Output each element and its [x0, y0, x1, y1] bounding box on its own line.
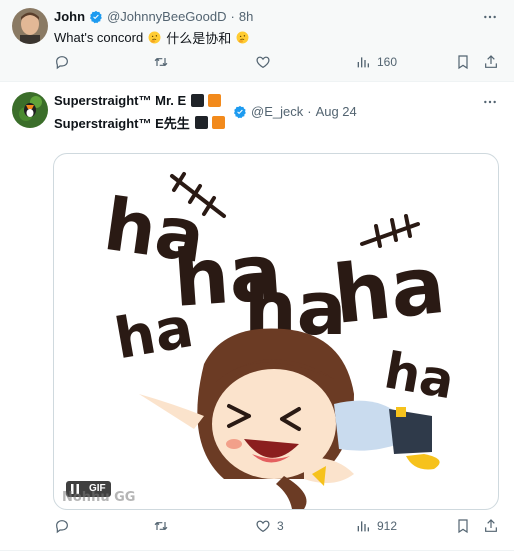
orange-square-icon [208, 94, 222, 107]
views-count: 160 [377, 55, 398, 69]
verified-badge-icon [233, 105, 246, 118]
laughing-girl-gif: ha ha ha ha ha ha [99, 172, 458, 509]
author-handle[interactable]: @E_jeck [251, 104, 303, 119]
bookmark-button[interactable] [455, 54, 471, 70]
reply-button[interactable] [54, 518, 70, 534]
heart-icon [256, 56, 270, 69]
laugh-text: ha [380, 341, 458, 410]
share-button[interactable] [483, 54, 499, 70]
post-john[interactable]: John @JohnnyBeeGoodD · 8h What's concord… [0, 0, 514, 82]
watermark: Nohhu GG [62, 490, 136, 505]
black-square-icon [191, 94, 205, 107]
views-bar-chart-icon [357, 521, 369, 532]
reply-button[interactable] [54, 54, 70, 70]
author-name-line1[interactable]: Superstraight™ Mr. E [54, 93, 186, 108]
post-time[interactable]: 8h [239, 9, 253, 24]
laugh-text: ha [110, 295, 198, 372]
bookmark-button[interactable] [455, 518, 471, 534]
bookmark-icon [458, 519, 468, 534]
bookmark-icon [458, 55, 468, 70]
post-superstraight[interactable]: Superstraight™ Mr. E Superstraight™ E先生 … [0, 82, 514, 551]
more-options-icon[interactable] [482, 9, 498, 25]
avatar[interactable] [12, 8, 48, 44]
views-button[interactable]: 912 [355, 518, 397, 534]
dot-separator: · [230, 9, 235, 24]
heart-icon [256, 520, 270, 533]
share-icon [485, 519, 497, 532]
dot-separator: · [307, 104, 312, 119]
views-bar-chart-icon [357, 57, 369, 68]
repost-icon [154, 57, 168, 67]
thinking-face-icon [148, 31, 161, 44]
views-button[interactable]: 160 [355, 54, 397, 70]
like-button[interactable]: 3 [255, 518, 284, 534]
reply-icon [56, 520, 68, 534]
like-button[interactable] [255, 54, 271, 70]
more-options-icon[interactable] [482, 94, 498, 110]
repost-icon [154, 521, 168, 531]
post-text-chinese: 什么是协和 [166, 31, 232, 46]
like-count: 3 [277, 519, 284, 533]
repost-button[interactable] [153, 54, 169, 70]
avatar[interactable] [12, 92, 48, 128]
share-icon [485, 55, 497, 68]
author-name[interactable]: John [54, 9, 85, 24]
share-button[interactable] [483, 518, 499, 534]
post-text: What's concord 什么是协和 [54, 28, 254, 47]
author-name-line2[interactable]: Superstraight™ E先生 [54, 113, 190, 132]
repost-button[interactable] [153, 518, 169, 534]
reply-icon [56, 56, 68, 70]
verified-badge-icon [90, 10, 102, 23]
views-count: 912 [377, 519, 398, 533]
gif-media[interactable]: ha ha ha ha ha ha GIF Nohhu GG [53, 153, 499, 510]
author-handle[interactable]: @JohnnyBeeGoodD [107, 9, 226, 24]
thinking-face-icon [236, 31, 249, 44]
black-square-icon [194, 116, 208, 129]
laugh-text: ha [329, 238, 449, 342]
post-text-english: What's concord [54, 30, 144, 45]
orange-square-icon [211, 116, 225, 129]
post-time[interactable]: Aug 24 [316, 104, 357, 119]
